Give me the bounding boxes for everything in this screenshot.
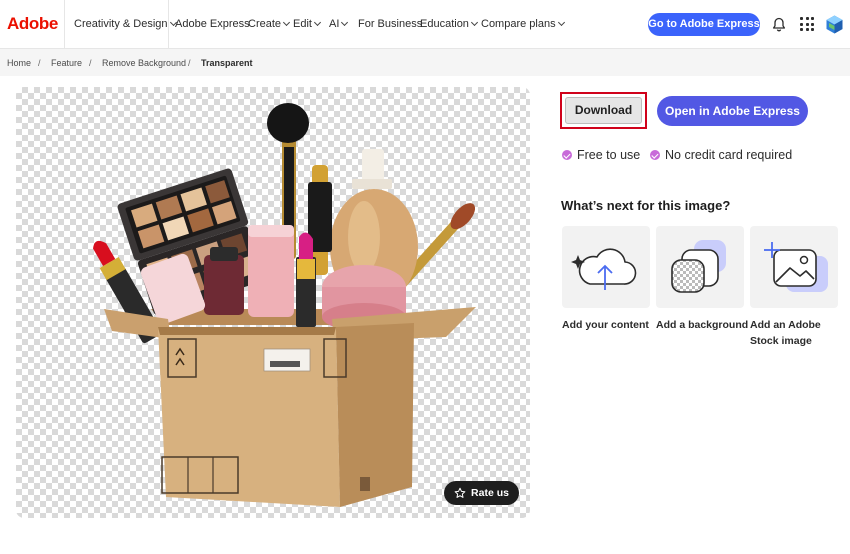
- perk-free-to-use: Free to use: [562, 148, 640, 162]
- nav-compare-plans-label: Compare plans: [481, 18, 556, 30]
- breadcrumb-remove-background[interactable]: Remove Background: [102, 58, 186, 68]
- add-your-content-card[interactable]: [562, 226, 650, 308]
- pink-bottle: [248, 225, 294, 317]
- nail-polish: [204, 255, 244, 315]
- add-image-icon: [764, 242, 828, 292]
- nav-divider: [168, 0, 169, 49]
- bell-icon[interactable]: [772, 17, 786, 32]
- download-highlight: Download: [560, 92, 647, 129]
- nav-create[interactable]: Create: [248, 18, 291, 30]
- nav-edit[interactable]: Edit: [293, 18, 322, 30]
- adobe-logo[interactable]: Adobe: [7, 14, 58, 34]
- cardboard-box: [104, 307, 476, 507]
- nav-for-business[interactable]: For Business: [358, 18, 422, 30]
- nav-creativity-design[interactable]: Creativity & Design: [74, 18, 177, 30]
- breadcrumb-feature[interactable]: Feature: [51, 58, 82, 68]
- breadcrumb-separator: /: [38, 58, 41, 68]
- add-your-content-label[interactable]: Add your content: [562, 317, 658, 333]
- nav-create-label: Create: [248, 18, 282, 30]
- chevron-down-icon: [341, 18, 349, 26]
- nav-for-business-label: For Business: [358, 18, 423, 30]
- transparent-image-preview: Rate us: [16, 87, 530, 518]
- whats-next-heading: What’s next for this image?: [561, 198, 731, 213]
- nav-creativity-design-label: Creativity & Design: [74, 18, 168, 30]
- star-icon: [454, 487, 466, 498]
- go-to-adobe-express-button[interactable]: Go to Adobe Express: [648, 13, 760, 36]
- nav-ai-label: AI: [329, 18, 340, 30]
- profile-avatar[interactable]: [826, 15, 843, 34]
- top-nav: Adobe Creativity & Design Adobe Express …: [0, 0, 850, 49]
- breadcrumb-current: Transparent: [201, 58, 253, 68]
- chevron-down-icon: [470, 18, 478, 26]
- download-button[interactable]: Download: [565, 97, 642, 124]
- app-grid-icon[interactable]: [800, 17, 814, 31]
- cosmetics-box-image: [93, 103, 476, 507]
- nav-education-label: Education: [420, 18, 469, 30]
- check-circle-icon: [562, 150, 572, 160]
- breadcrumb-home[interactable]: Home: [7, 58, 31, 68]
- nav-edit-label: Edit: [293, 18, 312, 30]
- add-stock-image-card[interactable]: [750, 226, 838, 308]
- nav-education[interactable]: Education: [420, 18, 478, 30]
- open-in-adobe-express-button[interactable]: Open in Adobe Express: [657, 96, 808, 126]
- nav-divider: [64, 0, 65, 49]
- add-a-background-label[interactable]: Add a background: [656, 317, 752, 333]
- rate-us-button[interactable]: Rate us: [444, 481, 519, 505]
- check-circle-icon: [650, 150, 660, 160]
- chevron-down-icon: [282, 18, 291, 26]
- breadcrumb-separator: /: [89, 58, 92, 68]
- perk-free-to-use-label: Free to use: [577, 148, 641, 162]
- nav-compare-plans[interactable]: Compare plans: [481, 18, 565, 30]
- add-stock-image-label[interactable]: Add an Adobe Stock image: [750, 317, 846, 349]
- chevron-down-icon: [313, 18, 322, 26]
- background-layers-icon: [671, 240, 726, 293]
- rate-us-label: Rate us: [471, 487, 509, 499]
- nav-ai[interactable]: AI: [329, 18, 349, 30]
- cloud-upload-icon: [571, 248, 637, 290]
- nav-adobe-express-label: Adobe Express: [175, 18, 250, 30]
- add-a-background-card[interactable]: [656, 226, 744, 308]
- nav-adobe-express[interactable]: Adobe Express: [175, 18, 250, 30]
- lipstick-pink: [296, 232, 316, 327]
- breadcrumb: Home / Feature / Remove Background / Tra…: [0, 49, 850, 76]
- perk-no-credit-card-label: No credit card required: [665, 148, 793, 162]
- perk-no-credit-card: No credit card required: [650, 148, 792, 162]
- chevron-down-icon: [557, 18, 565, 26]
- breadcrumb-separator: /: [188, 58, 191, 68]
